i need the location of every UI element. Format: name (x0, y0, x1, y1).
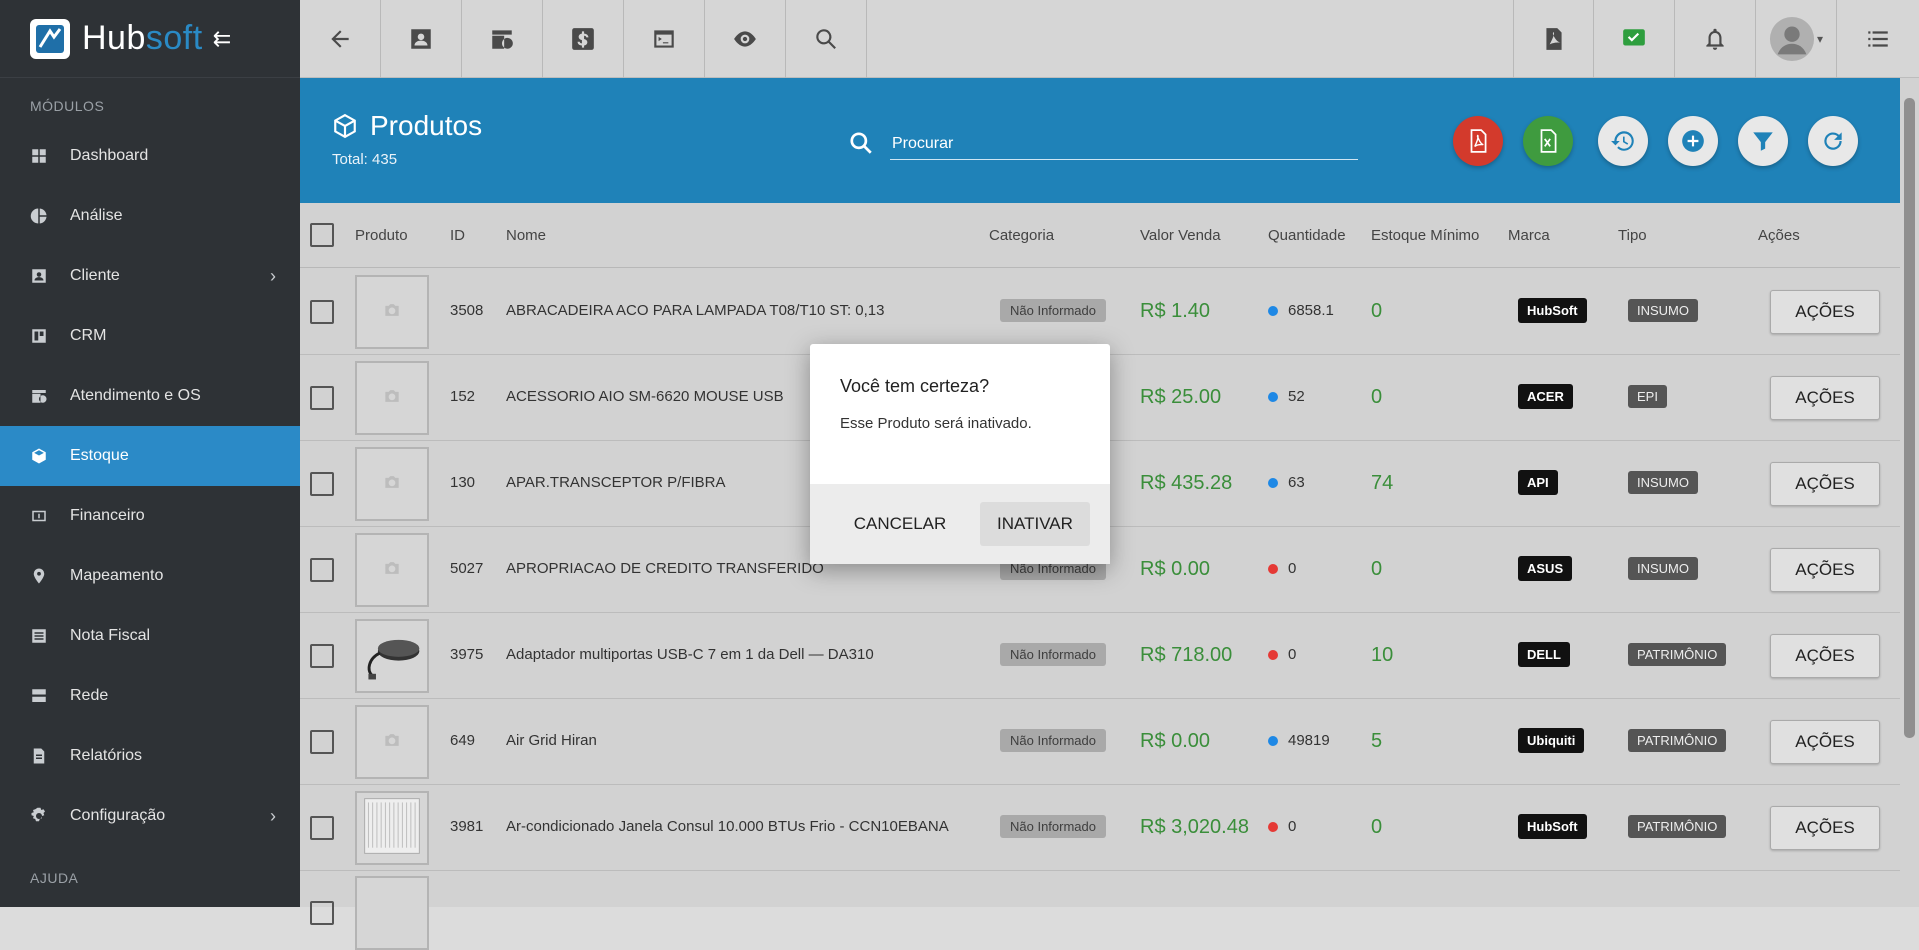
inactivate-button[interactable]: INATIVAR (980, 502, 1090, 546)
cancel-button[interactable]: CANCELAR (845, 502, 955, 546)
dialog-actions: CANCELAR INATIVAR (810, 484, 1110, 564)
dialog-title: Você tem certeza? (840, 376, 990, 396)
dialog-message: Esse Produto será inativado. (840, 415, 1032, 432)
confirm-dialog: Você tem certeza? Esse Produto será inat… (810, 344, 1110, 564)
